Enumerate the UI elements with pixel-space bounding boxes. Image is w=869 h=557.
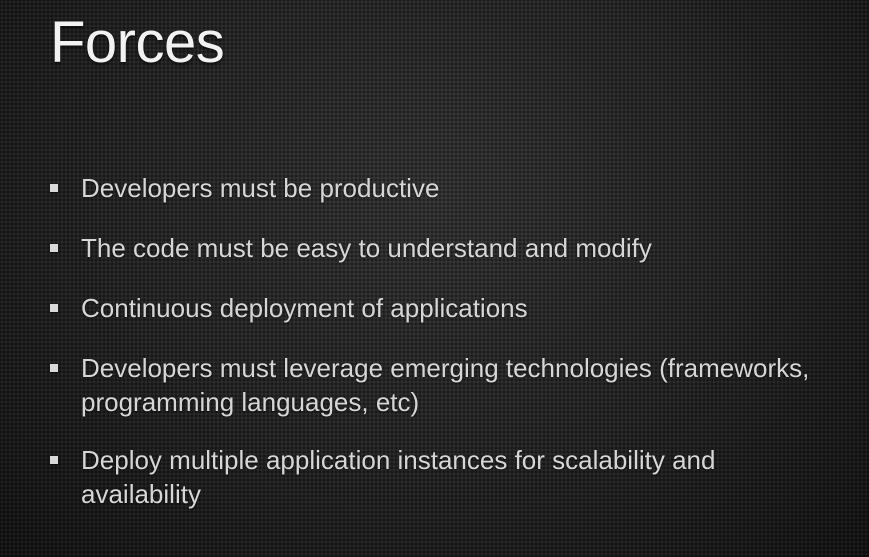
square-bullet-icon [50,244,58,252]
square-bullet-icon [50,364,58,372]
bullet-item: Deploy multiple application instances fo… [50,443,840,511]
bullet-item: Developers must be productive [50,171,840,205]
bullet-text: Developers must leverage emerging techno… [81,353,810,417]
square-bullet-icon [50,304,58,312]
square-bullet-icon [50,184,58,192]
bullet-text: The code must be easy to understand and … [81,233,652,263]
slide: Forces Developers must be productive The… [0,0,869,557]
square-bullet-icon [50,456,58,464]
bullet-item: Continuous deployment of applications [50,291,840,325]
bullet-text: Deploy multiple application instances fo… [81,445,716,509]
bullet-list: Developers must be productive The code m… [50,171,840,537]
bullet-text: Continuous deployment of applications [81,293,528,323]
slide-title: Forces [50,10,225,75]
bullet-text: Developers must be productive [81,173,440,203]
bullet-item: Developers must leverage emerging techno… [50,351,840,419]
bullet-item: The code must be easy to understand and … [50,231,840,265]
